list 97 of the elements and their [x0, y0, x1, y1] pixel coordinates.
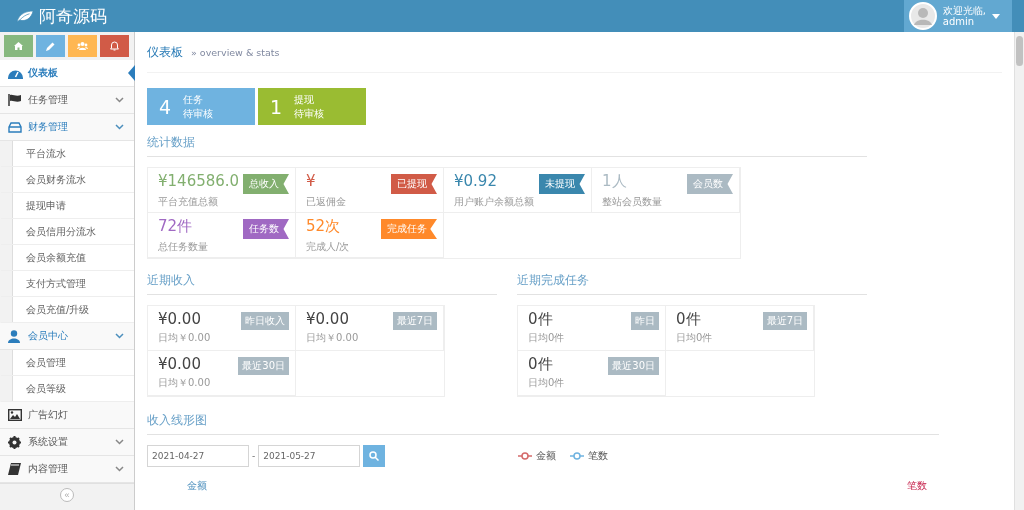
- stat-value: ¥: [306, 172, 316, 190]
- summary-value: 0件: [676, 310, 701, 329]
- range-separator: -: [252, 451, 256, 461]
- chevron-icon: [115, 97, 124, 103]
- submenu-item[interactable]: 支付方式管理: [1, 271, 134, 297]
- home-icon: [14, 42, 23, 50]
- stat-caption: 用户账户余额总额: [454, 195, 535, 209]
- summary-value: ¥0.00: [306, 310, 349, 328]
- tray-icon: [8, 121, 22, 133]
- summary-caption: 日均0件: [528, 331, 566, 345]
- stat-value: 52次: [306, 217, 341, 236]
- page-subtitle: » overview & stats: [191, 46, 280, 58]
- nav-item[interactable]: 任务管理: [0, 87, 134, 114]
- nav-item[interactable]: 广告幻灯: [0, 402, 134, 429]
- period-tag: 昨日: [631, 312, 659, 330]
- user-icon: [8, 329, 20, 343]
- summary-caption: 日均0件: [676, 331, 714, 345]
- avatar-icon: [908, 2, 937, 30]
- stat-caption: 总任务数量: [158, 240, 209, 254]
- stat-tag: 已提现: [391, 174, 437, 194]
- leaf-icon: [16, 9, 34, 23]
- shortcut-button[interactable]: [4, 35, 33, 57]
- chevron-icon: [115, 124, 124, 130]
- summary-value: ¥0.00: [158, 355, 201, 373]
- period-tag: 最近7日: [392, 312, 437, 330]
- brand-name: 阿奇源码: [39, 4, 107, 28]
- pending-type: 提现: [294, 92, 316, 107]
- period-tag: 最近7日: [762, 312, 807, 330]
- legend-label: 笔数: [588, 449, 609, 463]
- pencil-icon: [46, 41, 55, 51]
- period-tag: 昨日收入: [241, 312, 289, 330]
- user-name: admin: [942, 16, 976, 27]
- submenu-item[interactable]: 平台流水: [1, 141, 134, 167]
- summary-caption: 日均￥0.00: [306, 331, 360, 345]
- bell-icon: [110, 41, 119, 51]
- stat-caption: 完成人/次: [306, 240, 351, 254]
- caret-icon: [992, 13, 1000, 19]
- pending-status: 待审核: [183, 106, 214, 121]
- shortcut-button[interactable]: [68, 35, 97, 57]
- summary-value: 0件: [528, 310, 553, 329]
- users-icon: [77, 42, 88, 50]
- stat-tag: 完成任务: [381, 219, 437, 239]
- legend-label: 金额: [536, 449, 557, 463]
- stat-tag: 未提现: [539, 174, 585, 194]
- chevron-icon: [115, 333, 124, 339]
- summary-value: 0件: [528, 355, 553, 374]
- stat-caption: 已返佣金: [306, 195, 347, 209]
- date-field[interactable]: 2021-04-27: [147, 445, 249, 467]
- search-icon: [369, 451, 380, 461]
- period-tag: 最近30日: [608, 357, 659, 375]
- settings-icon: [8, 435, 21, 449]
- stat-value: ¥0.92: [454, 172, 497, 190]
- pending-status: 待审核: [294, 106, 325, 121]
- book-icon: [8, 463, 21, 475]
- image-icon: [8, 409, 22, 421]
- stat-tag: 总收入: [243, 174, 289, 194]
- pending-count: 1: [270, 95, 283, 118]
- nav-item[interactable]: 会员中心: [0, 323, 134, 350]
- search-button[interactable]: [363, 445, 386, 467]
- stat-value: 1人: [602, 172, 627, 191]
- stat-value: 72件: [158, 217, 193, 236]
- stat-caption: 平台充值总额: [158, 195, 219, 209]
- axis-title: 笔数: [907, 479, 927, 493]
- nav-item[interactable]: 财务管理: [0, 114, 134, 141]
- chevron-icon: [115, 439, 124, 445]
- submenu-item[interactable]: 会员信用分流水: [1, 219, 134, 245]
- section-title: 收入线形图: [147, 412, 207, 429]
- period-tag: 最近30日: [238, 357, 289, 375]
- flag-icon: [8, 94, 22, 106]
- greeting-text: 欢迎光临,: [942, 5, 986, 16]
- pending-count: 4: [159, 95, 172, 118]
- shortcut-button[interactable]: [36, 35, 65, 57]
- section-title: 统计数据: [147, 134, 195, 151]
- chevron-icon: [115, 466, 124, 472]
- summary-caption: 日均￥0.00: [158, 376, 212, 390]
- axis-title: 金额: [187, 479, 207, 493]
- summary-caption: 日均￥0.00: [158, 331, 212, 345]
- summary-value: ¥0.00: [158, 310, 201, 328]
- stat-tag: 会员数: [687, 174, 733, 194]
- stat-value: ¥146586.0: [158, 172, 240, 190]
- date-field[interactable]: 2021-05-27: [258, 445, 361, 467]
- nav-item[interactable]: 系统设置: [0, 429, 134, 456]
- pending-type: 任务: [183, 92, 205, 107]
- scrollbar[interactable]: [1014, 32, 1024, 510]
- submenu-item[interactable]: 会员余额充值: [1, 245, 134, 271]
- summary-caption: 日均0件: [528, 376, 566, 390]
- nav-item[interactable]: 仪表板: [0, 60, 134, 87]
- submenu-item[interactable]: 提现申请: [1, 193, 134, 219]
- section-title: 近期收入: [147, 272, 195, 289]
- section-title: 近期完成任务: [517, 272, 589, 289]
- shortcut-button[interactable]: [100, 35, 129, 57]
- submenu-item[interactable]: 会员财务流水: [1, 167, 134, 193]
- stat-caption: 整站会员数量: [602, 195, 663, 209]
- submenu-item[interactable]: 会员管理: [1, 350, 134, 376]
- page-title: 仪表板: [147, 43, 183, 61]
- stat-tag: 任务数: [243, 219, 289, 239]
- nav-item[interactable]: 内容管理: [0, 456, 134, 483]
